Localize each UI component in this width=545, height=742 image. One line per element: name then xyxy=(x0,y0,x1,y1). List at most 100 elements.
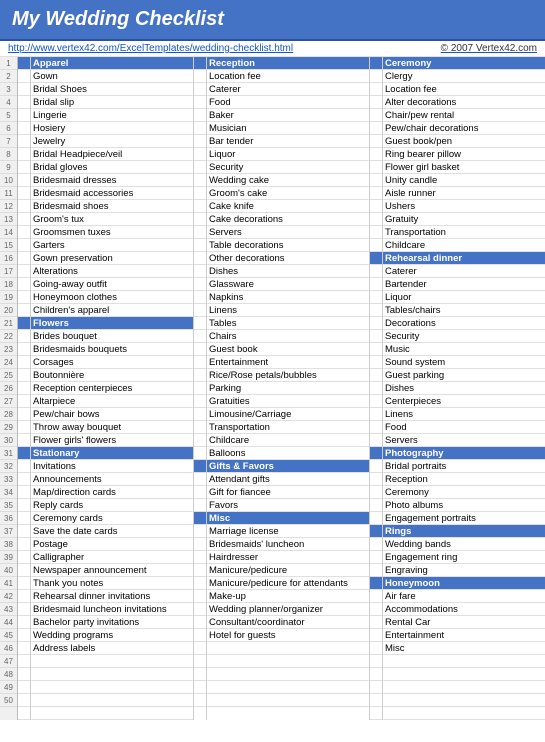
check-bachelor-inv[interactable] xyxy=(18,616,30,629)
check-balloons[interactable] xyxy=(194,447,206,460)
check-gown-pres[interactable] xyxy=(18,252,30,265)
check-wedding-bands[interactable] xyxy=(370,538,382,551)
check-reply-cards[interactable] xyxy=(18,499,30,512)
check-bm-luncheon-inv[interactable] xyxy=(18,603,30,616)
check-save-date[interactable] xyxy=(18,525,30,538)
check-rental-car[interactable] xyxy=(370,616,382,629)
check-location-fee[interactable] xyxy=(194,70,206,83)
check-other-dec[interactable] xyxy=(194,252,206,265)
check-engagement-ring[interactable] xyxy=(370,551,382,564)
check-corsages[interactable] xyxy=(18,356,30,369)
check-ceremony-photo[interactable] xyxy=(370,486,382,499)
check-manicure[interactable] xyxy=(194,564,206,577)
check-flower-basket[interactable] xyxy=(370,161,382,174)
check-attendant-gifts[interactable] xyxy=(194,473,206,486)
check-clergy[interactable] xyxy=(370,70,382,83)
check-favors[interactable] xyxy=(194,499,206,512)
check-glassware[interactable] xyxy=(194,278,206,291)
check-hairdresser[interactable] xyxy=(194,551,206,564)
check-bartender[interactable] xyxy=(194,135,206,148)
check-reh-centerpieces[interactable] xyxy=(370,395,382,408)
check-pew-dec[interactable] xyxy=(370,122,382,135)
check-bm-access[interactable] xyxy=(18,187,30,200)
check-bm-shoes[interactable] xyxy=(18,200,30,213)
check-engraving[interactable] xyxy=(370,564,382,577)
check-reh-caterer[interactable] xyxy=(370,265,382,278)
check-guest-book-pen[interactable] xyxy=(370,135,382,148)
check-musician[interactable] xyxy=(194,122,206,135)
check-reh-servers[interactable] xyxy=(370,434,382,447)
check-transportation[interactable] xyxy=(194,421,206,434)
check-altarpiece[interactable] xyxy=(18,395,30,408)
check-baker[interactable] xyxy=(194,109,206,122)
check-reh-sound[interactable] xyxy=(370,356,382,369)
check-address-labels[interactable] xyxy=(18,642,30,655)
check-limo[interactable] xyxy=(194,408,206,421)
check-tables[interactable] xyxy=(194,317,206,330)
check-parking[interactable] xyxy=(194,382,206,395)
check-liquor[interactable] xyxy=(194,148,206,161)
url-link[interactable]: http://www.vertex42.com/ExcelTemplates/w… xyxy=(8,43,293,54)
check-napkins[interactable] xyxy=(194,291,206,304)
check-cer-location[interactable] xyxy=(370,83,382,96)
check-air-fare[interactable] xyxy=(370,590,382,603)
check-bm-bouquets[interactable] xyxy=(18,343,30,356)
check-unity-candle[interactable] xyxy=(370,174,382,187)
check-gm-tuxes[interactable] xyxy=(18,226,30,239)
check-newspaper[interactable] xyxy=(18,564,30,577)
check-groom-tux[interactable] xyxy=(18,213,30,226)
check-hm-misc[interactable] xyxy=(370,642,382,655)
check-reh-dishes[interactable] xyxy=(370,382,382,395)
check-garters[interactable] xyxy=(18,239,30,252)
check-table-dec[interactable] xyxy=(194,239,206,252)
check-thank-you[interactable] xyxy=(18,577,30,590)
check-bridal-slip[interactable] xyxy=(18,96,30,109)
check-reh-food[interactable] xyxy=(370,421,382,434)
check-cake-knife[interactable] xyxy=(194,200,206,213)
check-ushers[interactable] xyxy=(370,200,382,213)
check-makeup[interactable] xyxy=(194,590,206,603)
check-security[interactable] xyxy=(194,161,206,174)
check-ring-bearer[interactable] xyxy=(370,148,382,161)
check-caterer[interactable] xyxy=(194,83,206,96)
check-aisle-runner[interactable] xyxy=(370,187,382,200)
check-going-away[interactable] xyxy=(18,278,30,291)
check-food[interactable] xyxy=(194,96,206,109)
check-reh-parking[interactable] xyxy=(370,369,382,382)
check-reh-liquor[interactable] xyxy=(370,291,382,304)
check-photo-albums[interactable] xyxy=(370,499,382,512)
check-hotel-guests[interactable] xyxy=(194,629,206,642)
check-rehearsal-inv[interactable] xyxy=(18,590,30,603)
check-brides-bouquet[interactable] xyxy=(18,330,30,343)
check-jewelry[interactable] xyxy=(18,135,30,148)
check-boutonniere[interactable] xyxy=(18,369,30,382)
check-grooms-cake[interactable] xyxy=(194,187,206,200)
check-childcare[interactable] xyxy=(194,434,206,447)
check-reh-security[interactable] xyxy=(370,330,382,343)
check-alterations[interactable] xyxy=(18,265,30,278)
check-bm-dresses[interactable] xyxy=(18,174,30,187)
check-gloves[interactable] xyxy=(18,161,30,174)
check-map-cards[interactable] xyxy=(18,486,30,499)
check-alter-dec[interactable] xyxy=(370,96,382,109)
check-reh-linens[interactable] xyxy=(370,408,382,421)
check-engagement-portraits[interactable] xyxy=(370,512,382,525)
check-servers[interactable] xyxy=(194,226,206,239)
check-reception-photo[interactable] xyxy=(370,473,382,486)
check-bm-luncheon[interactable] xyxy=(194,538,206,551)
check-ceremony-cards[interactable] xyxy=(18,512,30,525)
check-wedding-programs[interactable] xyxy=(18,629,30,642)
check-bridal-shoes[interactable] xyxy=(18,83,30,96)
check-gratuities[interactable] xyxy=(194,395,206,408)
check-hm-entertainment[interactable] xyxy=(370,629,382,642)
check-lingerie[interactable] xyxy=(18,109,30,122)
check-throw-bouquet[interactable] xyxy=(18,421,30,434)
check-reh-bartender[interactable] xyxy=(370,278,382,291)
check-marriage-license[interactable] xyxy=(194,525,206,538)
check-calligrapher[interactable] xyxy=(18,551,30,564)
check-accommodations[interactable] xyxy=(370,603,382,616)
check-headpiece[interactable] xyxy=(18,148,30,161)
check-chairs[interactable] xyxy=(194,330,206,343)
check-cer-childcare[interactable] xyxy=(370,239,382,252)
check-reh-dec[interactable] xyxy=(370,317,382,330)
